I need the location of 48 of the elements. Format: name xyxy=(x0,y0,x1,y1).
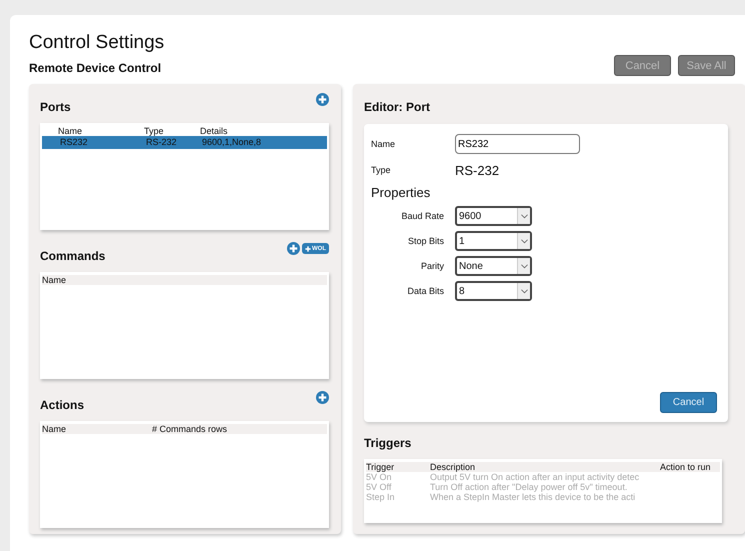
caret-icon xyxy=(520,214,528,218)
page-title: Control Settings xyxy=(29,31,166,55)
column-header: Name xyxy=(58,126,84,136)
add-icon[interactable] xyxy=(316,93,329,106)
caret-icon xyxy=(520,288,528,294)
table-cell: When a StepIn Master lets this device to be the acti xyxy=(430,492,636,502)
column-header: Action to run xyxy=(660,462,712,472)
type-value: RS-232 xyxy=(455,162,500,178)
dropdown[interactable]: 9600 xyxy=(455,206,532,226)
name-field[interactable]: RS232 xyxy=(455,134,580,154)
column-header: Details xyxy=(200,126,229,136)
table-row[interactable]: RS232 RS-232 9600,1,None,8 xyxy=(42,136,327,149)
cancel-button[interactable]: Cancel xyxy=(660,392,717,413)
column-header: Name xyxy=(42,424,68,434)
field-label: Data Bits xyxy=(406,286,444,296)
field-label: Stop Bits xyxy=(406,236,444,246)
column-header: Name xyxy=(42,275,68,285)
table-cell: 9600,1,None,8 xyxy=(202,137,262,147)
table-cell: Step In xyxy=(366,492,395,502)
section-title: Editor: Port xyxy=(364,100,431,115)
column-header: Description xyxy=(430,462,476,472)
section-title: Triggers xyxy=(364,436,412,451)
table-cell: Output 5V turn On action after an input activity detec xyxy=(430,472,640,482)
field-label: Baud Rate xyxy=(400,211,444,221)
dropdown[interactable]: 8 xyxy=(455,281,532,301)
field-label: Name xyxy=(371,139,396,149)
table-cell: RS-232 xyxy=(146,137,177,147)
section-title: Remote Device Control xyxy=(29,61,162,75)
table-cell: RS232 xyxy=(60,137,88,147)
table-cell: 5V On xyxy=(366,472,392,482)
plus-icon xyxy=(305,246,311,252)
section-title: Commands xyxy=(40,249,106,264)
field-label: Type xyxy=(371,165,392,175)
caret-icon xyxy=(520,238,528,244)
add-icon[interactable] xyxy=(287,242,300,255)
dropdown[interactable]: None xyxy=(455,256,532,276)
column-header: Type xyxy=(144,126,165,136)
section-title: Ports xyxy=(40,100,71,115)
section-title: Actions xyxy=(40,398,84,413)
column-header: Trigger xyxy=(366,462,396,472)
dropdown[interactable]: 1 xyxy=(455,231,532,251)
field-label: Parity xyxy=(420,261,444,271)
add-icon[interactable] xyxy=(316,391,329,404)
table-cell: Turn Off action after "Delay power off 5v" timeout. xyxy=(430,482,628,492)
table-cell: 5V Off xyxy=(366,482,392,492)
caret-icon xyxy=(520,264,528,268)
properties-title: Properties xyxy=(371,185,432,200)
column-header: # Commands rows xyxy=(152,424,228,434)
